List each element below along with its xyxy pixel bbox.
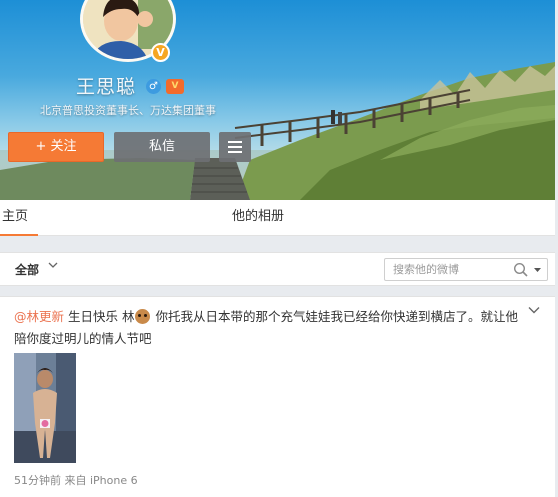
private-message-button[interactable]: 私信 [114,132,210,162]
profile-name: 王思聪 [76,76,137,98]
profile-cover: V 王思聪 ♂ V 北京普思投资董事长、万达集团董事 + 关注 私信 [0,0,555,200]
follow-button[interactable]: + 关注 [8,132,104,162]
profile-tabs: 主页 他的相册 [0,200,555,236]
search-box [384,258,548,281]
filter-all-dropdown[interactable]: 全部 [15,261,39,278]
chevron-down-icon[interactable] [48,261,58,272]
tab-home[interactable]: 主页 [0,200,38,236]
verified-badge-icon: V [151,43,170,62]
vip-member-icon[interactable]: V [166,79,184,94]
feed-filter-bar: 全部 [0,252,555,286]
male-gender-icon: ♂ [146,79,161,94]
post-image[interactable] [14,353,76,463]
profile-description: 北京普思投资董事长、万达集团董事 [40,104,216,117]
search-input[interactable] [385,259,509,280]
post-timestamp-source: 51分钟前 来自 iPhone 6 [14,474,138,487]
search-icon[interactable] [513,262,529,278]
weibo-post: @林更新 生日快乐 林 你托我从日本带的那个充气娃娃我已经给你快递到横店了。就让… [0,296,555,497]
menu-icon[interactable] [219,132,251,162]
post-text: @林更新 生日快乐 林 你托我从日本带的那个充气娃娃我已经给你快递到横店了。就让… [14,306,530,350]
tab-album[interactable]: 他的相册 [232,200,284,236]
post-mention-link[interactable]: @林更新 [14,309,64,324]
post-text-part-1: 生日快乐 林 [64,309,135,324]
caret-down-icon[interactable] [533,262,542,281]
post-photo [14,353,76,463]
dog-emoji-icon [135,309,151,324]
post-options-chevron-icon[interactable] [528,303,540,317]
